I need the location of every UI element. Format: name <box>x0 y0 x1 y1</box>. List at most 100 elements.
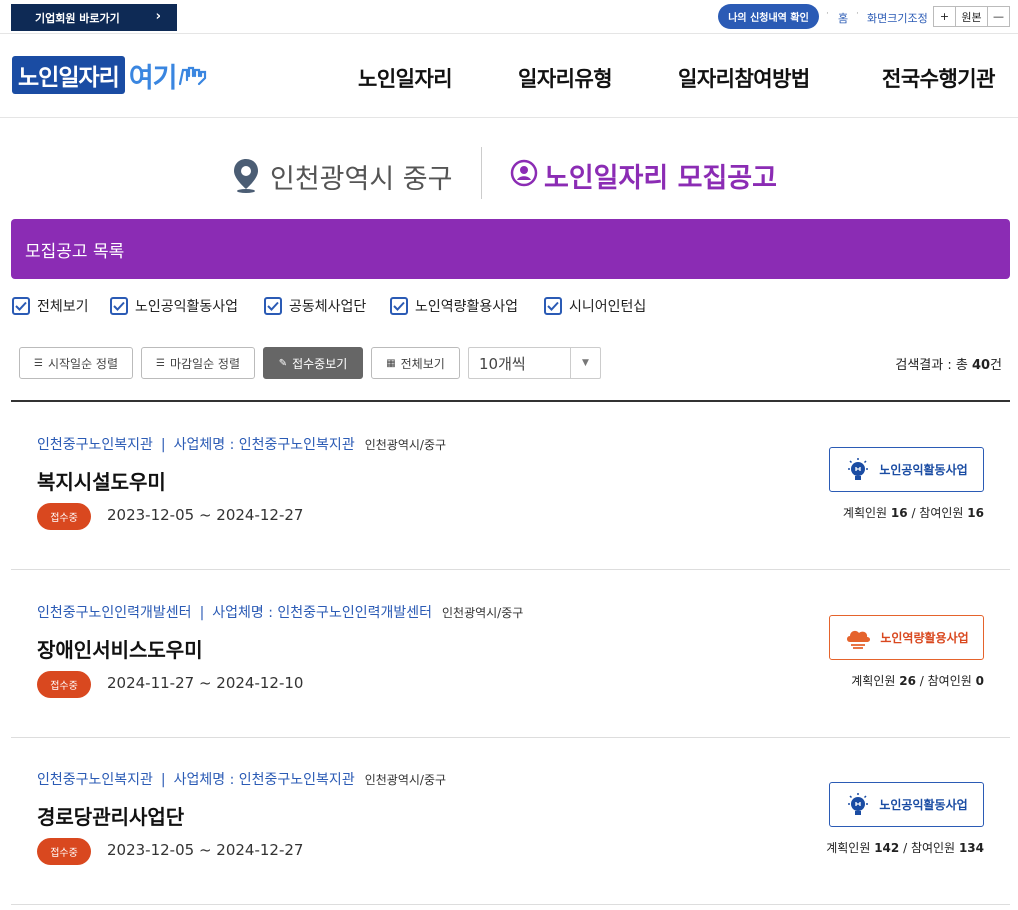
separator-dot: · <box>826 9 829 19</box>
lightbulb-icon <box>848 457 869 480</box>
job-list-item[interactable]: 인천중구노인복지관 | 사업체명 : 인천중구노인복지관 인천광역시/중구 복지시설도… <box>11 402 1010 570</box>
filter-public-activity[interactable]: 노인공익활동사업 <box>110 296 238 316</box>
status-badge: 접수중 <box>37 838 91 865</box>
plan-label: 계획인원 <box>842 506 888 520</box>
job-region: 인천광역시/중구 <box>441 606 524 620</box>
home-link[interactable]: 홈 <box>838 10 848 26</box>
join-label: 참여인원 <box>910 841 956 855</box>
result-suffix: 건 <box>990 358 1002 373</box>
job-type-label: 노인공익활동사업 <box>879 798 968 812</box>
logo-hand-icon <box>178 66 206 86</box>
status-badge: 접수중 <box>37 671 91 698</box>
filter-label: 공동체사업단 <box>289 299 367 315</box>
result-number: 40 <box>971 358 991 373</box>
lightbulb-icon <box>848 792 869 815</box>
list-icon: ☰ <box>33 357 43 369</box>
nav-agencies[interactable]: 전국수행기관 <box>882 63 995 93</box>
result-prefix: 검색결과 : 총 <box>895 358 972 373</box>
plan-count: 16 <box>890 506 908 520</box>
person-circle-icon <box>510 159 538 187</box>
chevron-right-icon: › <box>155 9 161 24</box>
join-count: 0 <box>975 674 984 688</box>
show-all-button[interactable]: ▦ 전체보기 <box>371 347 460 379</box>
checkbox-checked-icon[interactable] <box>544 297 562 315</box>
plan-label: 계획인원 <box>851 674 896 688</box>
job-org-line: 인천중구노인인력개발센터 | 사업체명 : 인천중구노인인력개발센터 인천광역시/중구 <box>37 605 524 621</box>
job-type-badge: 노인역량활용사업 <box>829 615 984 660</box>
job-business-name: 사업체명 : 인천중구노인인력개발센터 <box>212 605 432 621</box>
checkbox-checked-icon[interactable] <box>110 297 128 315</box>
filter-label: 전체보기 <box>37 299 89 315</box>
site-logo[interactable]: 노인일자리 여기 <box>12 55 217 95</box>
job-period: 2023-12-05 ~ 2024-12-27 <box>107 841 304 859</box>
job-period: 2023-12-05 ~ 2024-12-27 <box>107 506 304 524</box>
join-label: 참여인원 <box>927 674 972 688</box>
job-business-name: 사업체명 : 인천중구노인복지관 <box>173 437 355 453</box>
job-title[interactable]: 복지시설도우미 <box>37 466 166 495</box>
plan-label: 계획인원 <box>826 841 871 855</box>
chevron-down-icon: ▼ <box>570 348 600 378</box>
zoom-label: 화면크기조정 <box>867 12 928 25</box>
zoom-out-button[interactable]: — <box>987 6 1010 27</box>
divider <box>481 147 482 199</box>
grid-icon: ▦ <box>386 357 396 369</box>
my-application-button[interactable]: 나의 신청내역 확인 <box>718 4 819 29</box>
logo-text-accent: 여기 <box>128 62 178 94</box>
checkbox-checked-icon[interactable] <box>264 297 282 315</box>
join-label: 참여인원 <box>919 506 964 520</box>
job-period: 2024-11-27 ~ 2024-12-10 <box>107 674 304 692</box>
location-pin-icon <box>234 159 258 193</box>
nav-senior-jobs[interactable]: 노인일자리 <box>358 63 453 93</box>
filter-community[interactable]: 공동체사업단 <box>264 296 366 316</box>
job-title[interactable]: 장애인서비스도우미 <box>37 634 203 663</box>
job-headcount: 계획인원 16 / 참여인원 16 <box>842 506 984 520</box>
corporate-member-link[interactable]: 기업회원 바로가기 › <box>11 4 177 31</box>
location-text: 인천광역시 중구 <box>270 164 453 195</box>
corporate-member-label: 기업회원 바로가기 <box>35 11 120 25</box>
pencil-icon: ✎ <box>278 357 288 369</box>
result-count: 검색결과 : 총 40건 <box>895 354 1002 373</box>
checkbox-checked-icon[interactable] <box>390 297 408 315</box>
sort-start-date-button[interactable]: ☰ 시작일순 정렬 <box>19 347 133 379</box>
job-headcount: 계획인원 142 / 참여인원 134 <box>826 841 984 855</box>
plan-count: 142 <box>874 841 900 855</box>
job-org: 인천중구노인복지관 <box>37 772 153 788</box>
sort-label: 전체보기 <box>400 356 445 371</box>
job-org: 인천중구노인인력개발센터 <box>37 605 192 621</box>
sort-end-date-button[interactable]: ☰ 마감일순 정렬 <box>141 347 255 379</box>
filter-label: 시니어인턴십 <box>569 299 647 315</box>
job-title[interactable]: 경로당관리사업단 <box>37 801 184 830</box>
job-list-item[interactable]: 인천중구노인복지관 | 사업체명 : 인천중구노인복지관 인천광역시/중구 경로당관리… <box>11 737 1010 905</box>
page-size-select[interactable]: 10개씩 ▼ <box>468 347 601 379</box>
filter-label: 노인공익활동사업 <box>135 299 239 315</box>
nav-job-types[interactable]: 일자리유형 <box>518 63 613 93</box>
filter-all[interactable]: 전체보기 <box>12 296 89 316</box>
plan-count: 26 <box>899 674 916 688</box>
list-panel-title: 모집공고 목록 <box>25 241 125 262</box>
filter-capability[interactable]: 노인역량활용사업 <box>390 296 518 316</box>
sort-label: 시작일순 정렬 <box>47 356 119 371</box>
join-count: 134 <box>958 841 984 855</box>
show-open-button[interactable]: ✎ 접수중보기 <box>263 347 363 379</box>
job-type-badge: 노인공익활동사업 <box>829 447 984 492</box>
zoom-in-button[interactable]: + <box>933 6 956 27</box>
filter-senior-intern[interactable]: 시니어인턴십 <box>544 296 646 316</box>
nav-how-to-join[interactable]: 일자리참여방법 <box>678 63 810 93</box>
job-list-item[interactable]: 인천중구노인인력개발센터 | 사업체명 : 인천중구노인인력개발센터 인천광역시/중구… <box>11 570 1010 738</box>
logo-text-main: 노인일자리 <box>12 56 125 94</box>
sort-label: 마감일순 정렬 <box>169 356 241 371</box>
job-org: 인천중구노인복지관 <box>37 437 153 453</box>
job-type-badge: 노인공익활동사업 <box>829 782 984 827</box>
location-title-row: 인천광역시 중구 노인일자리 모집공고 <box>0 145 1018 200</box>
page-title: 노인일자리 모집공고 <box>544 163 777 194</box>
checkbox-checked-icon[interactable] <box>12 297 30 315</box>
job-business-name: 사업체명 : 인천중구노인복지관 <box>173 772 355 788</box>
zoom-reset-button[interactable]: 원본 <box>955 6 988 27</box>
list-icon: ☰ <box>155 357 165 369</box>
job-region: 인천광역시/중구 <box>364 773 447 787</box>
page-size-value: 10개씩 <box>479 354 526 373</box>
join-count: 16 <box>967 506 984 520</box>
separator-dot: · <box>856 9 859 19</box>
status-badge: 접수중 <box>37 503 91 530</box>
job-type-label: 노인역량활용사업 <box>880 631 969 645</box>
